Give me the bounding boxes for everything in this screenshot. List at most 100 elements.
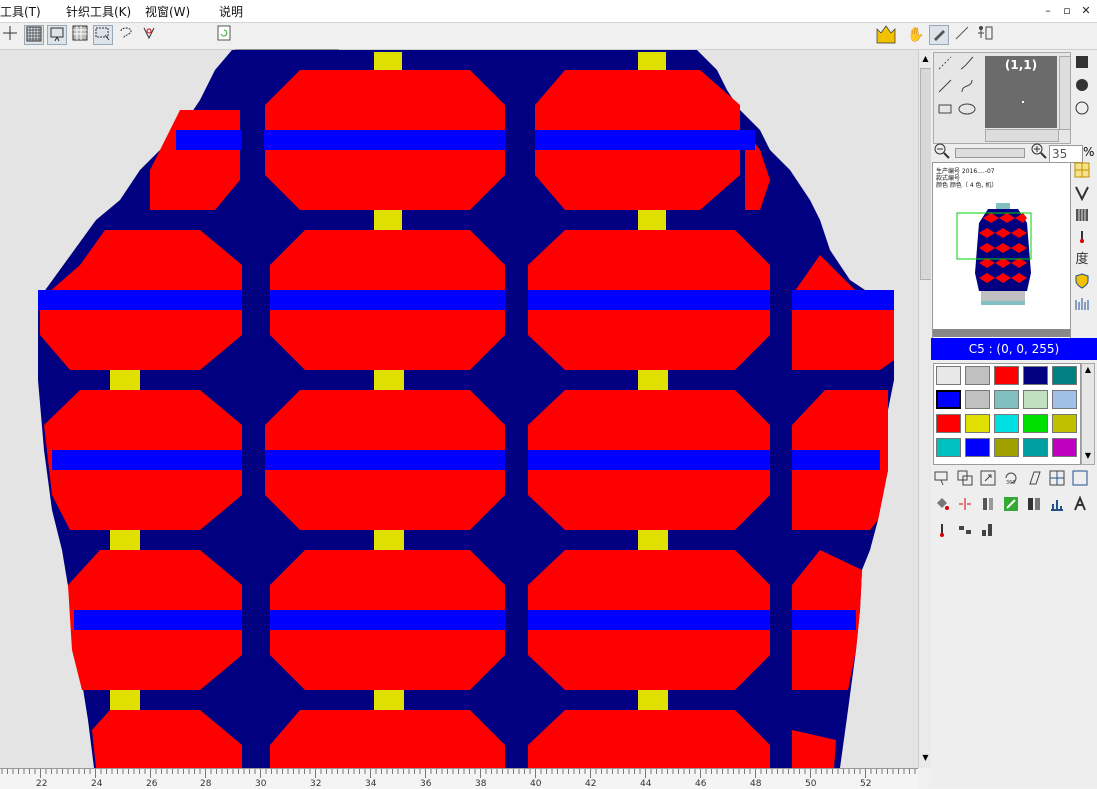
color-swatch[interactable] bbox=[994, 390, 1019, 409]
zoom-in-icon[interactable] bbox=[1030, 143, 1048, 161]
close-button[interactable]: ✕ bbox=[1077, 3, 1095, 19]
bar-pair-icon[interactable] bbox=[1025, 496, 1043, 514]
yellow-mark bbox=[374, 370, 404, 390]
zoom-out-icon[interactable] bbox=[933, 143, 951, 161]
mirror-icon[interactable] bbox=[956, 496, 974, 514]
color-swatch[interactable] bbox=[1023, 390, 1048, 409]
blue-stripe bbox=[38, 290, 242, 310]
copy-select-icon[interactable] bbox=[933, 470, 951, 488]
magic-wand-icon[interactable] bbox=[139, 25, 159, 45]
zoom-percent-input[interactable]: 35 bbox=[1049, 145, 1083, 163]
blue-stripe bbox=[265, 450, 505, 470]
ellipse-icon[interactable] bbox=[958, 101, 976, 119]
color-pen-icon[interactable] bbox=[1002, 496, 1020, 514]
needle-tool-icon[interactable] bbox=[933, 522, 951, 540]
menu-knit-tools[interactable]: 针织工具(K) bbox=[66, 3, 131, 20]
duplicate-icon[interactable] bbox=[956, 470, 974, 488]
color-swatch[interactable] bbox=[1023, 438, 1048, 457]
color-swatch[interactable] bbox=[994, 414, 1019, 433]
palette-scrollbar[interactable]: ▲ ▼ bbox=[1081, 363, 1095, 465]
select-rect-icon[interactable] bbox=[93, 25, 113, 45]
align-icon[interactable] bbox=[956, 522, 974, 540]
line-icon[interactable] bbox=[952, 25, 972, 45]
yellow-mark bbox=[638, 210, 666, 230]
preview-thumbnail[interactable]: 生产编号 2016....-07 款式编号 颜色 颜色（ 4 色, 机） bbox=[932, 162, 1071, 340]
menu-window[interactable]: 视窗(W) bbox=[145, 3, 190, 20]
v-neck-icon[interactable] bbox=[1073, 185, 1091, 203]
resize-icon[interactable] bbox=[979, 470, 997, 488]
fill-bucket-icon[interactable] bbox=[933, 496, 951, 514]
figure-icon[interactable] bbox=[975, 25, 995, 45]
color-swatch[interactable] bbox=[936, 414, 961, 433]
curve-icon[interactable] bbox=[958, 78, 976, 96]
filled-circle-icon[interactable] bbox=[1073, 77, 1091, 95]
shield-icon[interactable] bbox=[1073, 273, 1091, 291]
color-swatch[interactable] bbox=[1023, 366, 1048, 385]
color-swatch[interactable] bbox=[965, 414, 990, 433]
knit-structure-icon[interactable] bbox=[1073, 207, 1091, 225]
color-swatch[interactable] bbox=[936, 390, 961, 409]
distribute-icon[interactable] bbox=[979, 522, 997, 540]
color-swatch[interactable] bbox=[965, 438, 990, 457]
circle-outline-icon[interactable] bbox=[1073, 100, 1091, 118]
coordinate-text: (1,1) bbox=[1004, 58, 1038, 72]
blue-stripe bbox=[270, 610, 506, 630]
scroll-up-arrow[interactable]: ▲ bbox=[920, 53, 931, 65]
color-swatch[interactable] bbox=[1052, 390, 1077, 409]
grid-icon[interactable] bbox=[24, 25, 44, 45]
center-icon[interactable] bbox=[1048, 470, 1066, 488]
scroll-down-arrow[interactable]: ▼ bbox=[920, 752, 931, 764]
mini-hscroll[interactable] bbox=[985, 129, 1059, 142]
color-swatch[interactable] bbox=[1023, 414, 1048, 433]
column-icon[interactable] bbox=[979, 496, 997, 514]
palette-scroll-down[interactable]: ▼ bbox=[1082, 450, 1094, 462]
needle-icon[interactable] bbox=[1073, 229, 1091, 247]
grid-view-icon[interactable] bbox=[1073, 162, 1091, 180]
color-swatch[interactable] bbox=[1052, 438, 1077, 457]
palette-scroll-up[interactable]: ▲ bbox=[1082, 364, 1094, 376]
color-swatch[interactable] bbox=[994, 438, 1019, 457]
color-swatch[interactable] bbox=[965, 366, 990, 385]
color-swatch[interactable] bbox=[936, 366, 961, 385]
color-swatch[interactable] bbox=[994, 366, 1019, 385]
minimize-button[interactable]: – bbox=[1039, 3, 1057, 19]
rectangle-icon[interactable] bbox=[936, 101, 954, 119]
yellow-mark bbox=[638, 52, 666, 70]
line-icon[interactable] bbox=[936, 78, 954, 96]
hand-icon[interactable]: ✋ bbox=[906, 25, 926, 45]
crosshair-icon[interactable] bbox=[0, 25, 20, 45]
letter-a-icon[interactable] bbox=[1071, 495, 1089, 514]
pattern-grid-icon[interactable] bbox=[70, 25, 90, 45]
color-swatch[interactable] bbox=[1052, 414, 1077, 433]
lasso-icon[interactable] bbox=[116, 25, 136, 45]
blue-stripe bbox=[792, 450, 880, 470]
zoom-slider[interactable] bbox=[955, 148, 1025, 158]
frame-icon[interactable] bbox=[1071, 470, 1089, 488]
select-view-icon[interactable] bbox=[47, 25, 67, 45]
color-swatch[interactable] bbox=[936, 438, 961, 457]
pen-icon[interactable] bbox=[929, 25, 949, 45]
brush-icon[interactable] bbox=[958, 55, 976, 73]
refresh-icon[interactable] bbox=[214, 25, 234, 45]
crown-icon[interactable] bbox=[876, 23, 896, 44]
barcode-icon[interactable] bbox=[1073, 296, 1091, 314]
restore-button[interactable]: ▫ bbox=[1058, 3, 1076, 19]
knit-pattern-canvas[interactable] bbox=[0, 50, 918, 768]
menu-tools[interactable]: 工具(T) bbox=[0, 3, 41, 20]
degree-icon[interactable]: 度 bbox=[1073, 251, 1091, 269]
menu-help[interactable]: 说明 bbox=[219, 3, 243, 20]
preview-scrollbar[interactable] bbox=[933, 329, 1070, 337]
color-swatch[interactable] bbox=[965, 390, 990, 409]
knit-pattern-drawing[interactable] bbox=[0, 50, 918, 768]
vertical-scrollbar[interactable]: ▲ ▼ bbox=[918, 50, 932, 768]
rotate-360-icon[interactable]: 360 bbox=[1002, 470, 1020, 488]
color-swatch[interactable] bbox=[1052, 366, 1077, 385]
coordinate-dot bbox=[1022, 101, 1024, 103]
skew-icon[interactable] bbox=[1025, 470, 1043, 488]
chart-tool-icon[interactable] bbox=[1048, 496, 1066, 514]
filled-square-icon[interactable] bbox=[1073, 54, 1091, 72]
draw-tools-box: (1,1) bbox=[933, 52, 1071, 144]
blue-stripe bbox=[176, 130, 242, 150]
mini-vscroll[interactable] bbox=[1059, 56, 1071, 130]
dotted-line-icon[interactable] bbox=[936, 55, 954, 73]
